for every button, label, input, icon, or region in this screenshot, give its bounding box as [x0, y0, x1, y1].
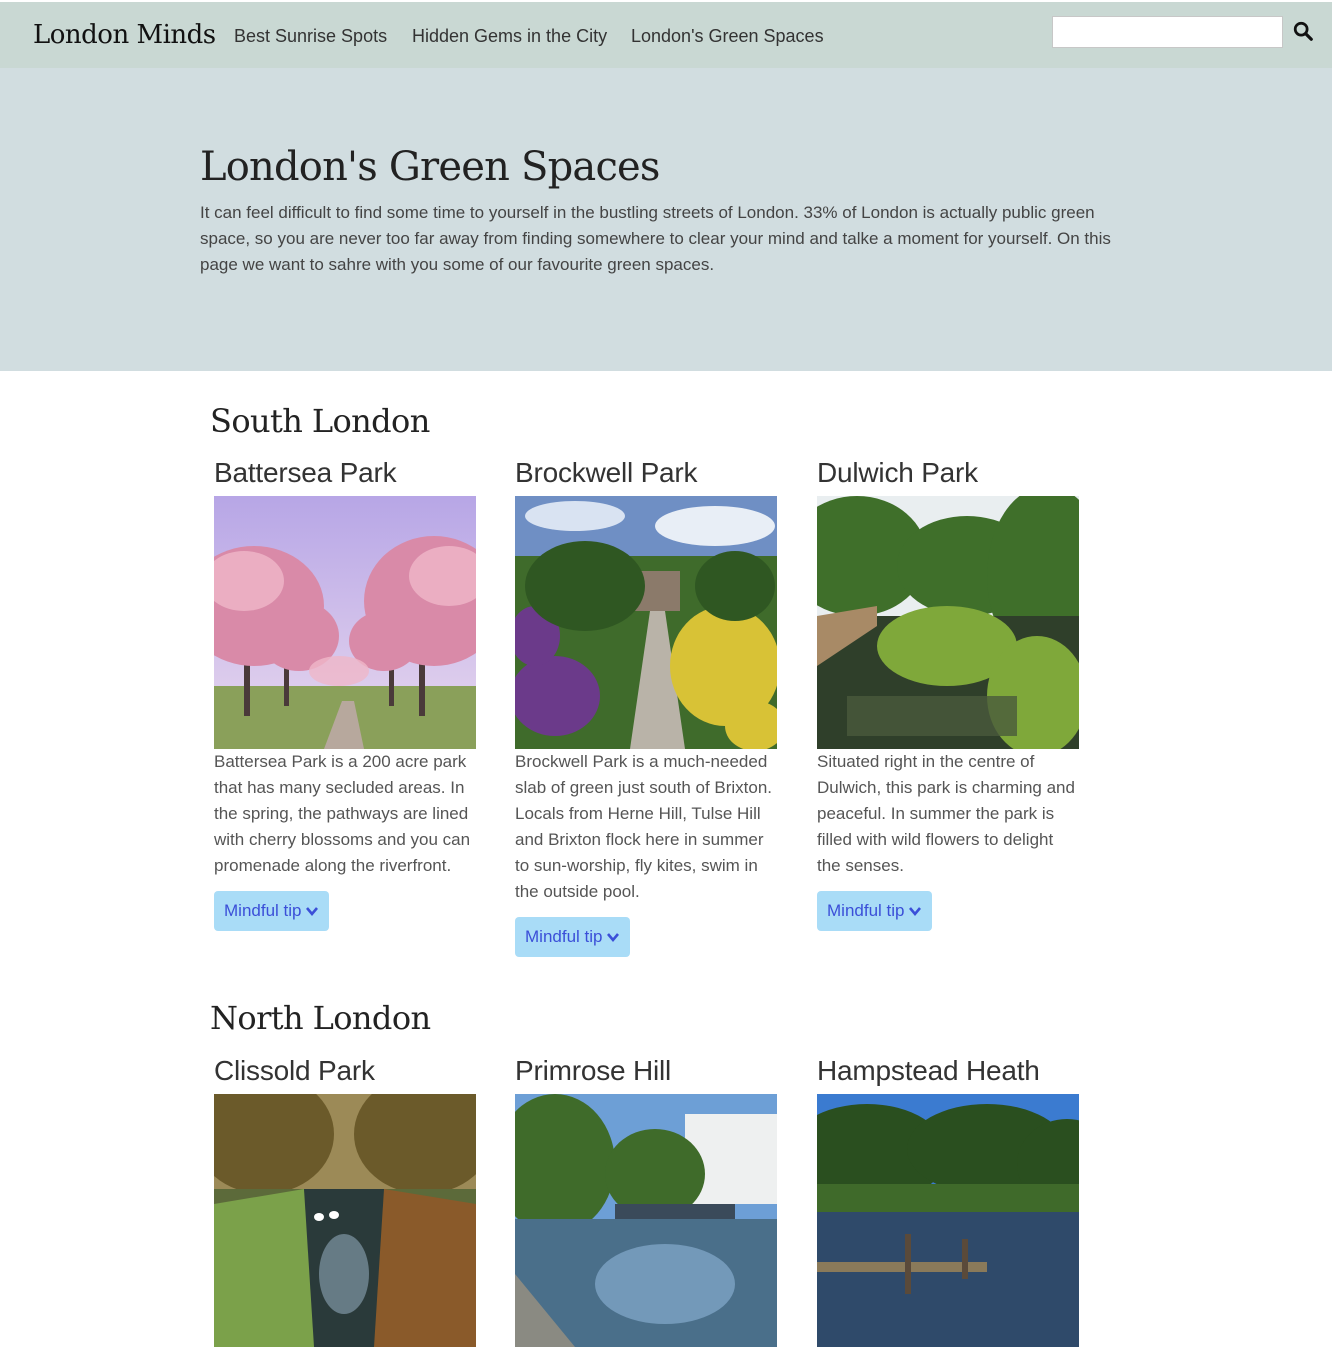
park-card-description: Situated right in the centre of Dulwich,… — [817, 752, 1075, 875]
section-title-north-london: North London — [210, 999, 431, 1037]
park-card-description: Brockwell Park is a much-needed slab of … — [515, 752, 773, 901]
chevron-down-icon — [306, 907, 319, 917]
nav-link-green-spaces[interactable]: London's Green Spaces — [631, 26, 824, 47]
primrose-hill-photo — [515, 1094, 777, 1347]
park-card-dulwich: Dulwich Park Situated right in the centr… — [817, 458, 1079, 931]
mindful-tip-button[interactable]: Mindful tip — [817, 891, 933, 931]
mindful-tip-button[interactable]: Mindful tip — [214, 891, 330, 931]
hampstead-heath-photo — [817, 1094, 1079, 1347]
park-card-title: Hampstead Heath — [817, 1055, 1040, 1086]
park-card-battersea: Battersea Park Battersea Park is a 200 a… — [214, 458, 476, 931]
mindful-tip-label: Mindful tip — [525, 927, 603, 946]
park-card-description: Battersea Park is a 200 acre park that h… — [214, 752, 471, 875]
hero-intro-text: It can feel difficult to find some time … — [200, 203, 1111, 274]
battersea-park-photo — [214, 496, 476, 749]
page-title: London's Green Spaces — [200, 144, 660, 190]
nav-link-sunrise-spots[interactable]: Best Sunrise Spots — [234, 26, 387, 47]
mindful-tip-label: Mindful tip — [224, 901, 302, 920]
park-card-title: Primrose Hill — [515, 1055, 672, 1086]
search-icon[interactable] — [1292, 20, 1314, 42]
chevron-down-icon — [909, 907, 922, 917]
park-card-hampstead: Hampstead Heath — [817, 1056, 1079, 1347]
hero-banner: London's Green Spaces It can feel diffic… — [0, 68, 1332, 371]
park-card-title: Brockwell Park — [515, 457, 698, 488]
brockwell-park-photo — [515, 496, 777, 749]
park-card-title: Battersea Park — [214, 457, 397, 488]
park-card-title: Dulwich Park — [817, 457, 978, 488]
section-title-south-london: South London — [210, 402, 430, 440]
search-input[interactable] — [1052, 16, 1283, 48]
mindful-tip-label: Mindful tip — [827, 901, 905, 920]
clissold-park-photo — [214, 1094, 476, 1347]
brand-logo[interactable]: London Minds — [33, 20, 216, 50]
mindful-tip-button[interactable]: Mindful tip — [515, 917, 631, 957]
park-card-title: Clissold Park — [214, 1055, 375, 1086]
dulwich-park-photo — [817, 496, 1079, 749]
park-card-brockwell: Brockwell Park Brockwell Park is a much-… — [515, 458, 777, 957]
park-card-primrose: Primrose Hill — [515, 1056, 777, 1347]
nav-link-hidden-gems[interactable]: Hidden Gems in the City — [412, 26, 607, 47]
top-navbar: London Minds Best Sunrise Spots Hidden G… — [0, 2, 1332, 68]
chevron-down-icon — [607, 933, 620, 943]
park-card-clissold: Clissold Park — [214, 1056, 476, 1347]
